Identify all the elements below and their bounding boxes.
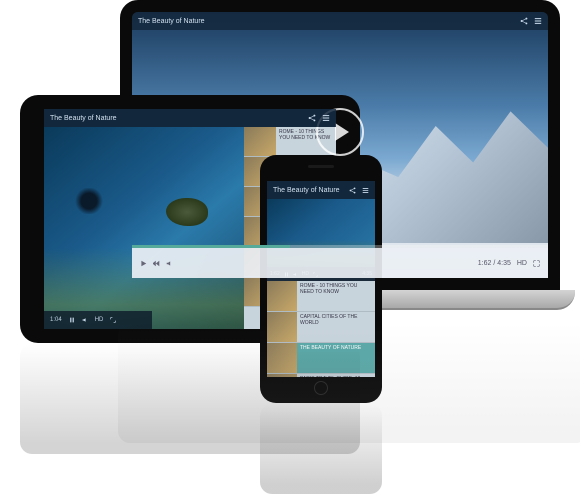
playlist-item-title: THE BEAUTY OF NATURE [297,343,364,373]
thumbnail [267,281,297,311]
phone-home-button[interactable] [314,381,328,395]
control-bar: 1:62 / 4:35 HD [132,248,548,278]
phone-speaker [308,165,334,168]
playlist-item[interactable]: ROME - 10 THINGS YOU NEED TO KNOW [267,281,375,312]
share-icon[interactable] [520,17,528,25]
thumbnail [244,127,276,156]
play-small-icon[interactable] [140,260,147,267]
control-bar: 1:04 HD [44,311,152,329]
player-title: The Beauty of Nature [138,18,205,25]
playlist-item[interactable]: PARIS TRAVEL GUIDE: 10 BEST ATTRACTIONS … [267,374,375,377]
player-title: The Beauty of Nature [50,115,117,122]
thumbnail [267,374,297,377]
thumbnail [267,343,297,373]
volume-icon[interactable] [82,317,88,323]
scuba-diver [74,188,104,214]
menu-icon[interactable] [362,187,369,194]
playlist: ROME - 10 THINGS YOU NEED TO KNOW CAPITA… [267,281,375,377]
phone-device: The Beauty of Nature 1:62 HD 4:35 ROME -… [260,155,382,403]
time-display: 1:62 / 4:35 [478,260,511,267]
play-icon [335,123,349,141]
menu-icon[interactable] [534,17,542,25]
rewind-icon[interactable] [153,260,160,267]
share-icon[interactable] [349,187,356,194]
hd-label[interactable]: HD [517,260,527,267]
playlist-item-title: CAPITAL CITIES OF THE WORLD [297,312,375,342]
video-frame-underwater[interactable]: 1:04 HD [44,127,244,329]
player-title-bar: The Beauty of Nature [44,109,336,127]
hd-label[interactable]: HD [95,317,104,323]
thumbnail [267,312,297,342]
fullscreen-icon[interactable] [533,260,540,267]
volume-icon[interactable] [166,260,173,267]
phone-reflection [260,404,382,494]
sea-turtle [166,198,208,226]
player-title-bar: The Beauty of Nature [132,12,548,30]
player-title: The Beauty of Nature [273,187,340,194]
time-current: 1:04 [50,317,62,323]
share-icon[interactable] [308,114,316,122]
phone-screen: The Beauty of Nature 1:62 HD 4:35 ROME -… [267,181,375,377]
playlist-item[interactable]: THE BEAUTY OF NATURE [267,343,375,374]
menu-icon[interactable] [322,114,330,122]
playlist-item[interactable]: CAPITAL CITIES OF THE WORLD [267,312,375,343]
playlist-item-title: ROME - 10 THINGS YOU NEED TO KNOW [297,281,375,311]
playlist-item-title: PARIS TRAVEL GUIDE: 10 BEST ATTRACTIONS … [297,374,375,377]
pause-icon[interactable] [69,317,75,323]
player-title-bar: The Beauty of Nature [267,181,375,199]
fullscreen-icon[interactable] [110,317,116,323]
